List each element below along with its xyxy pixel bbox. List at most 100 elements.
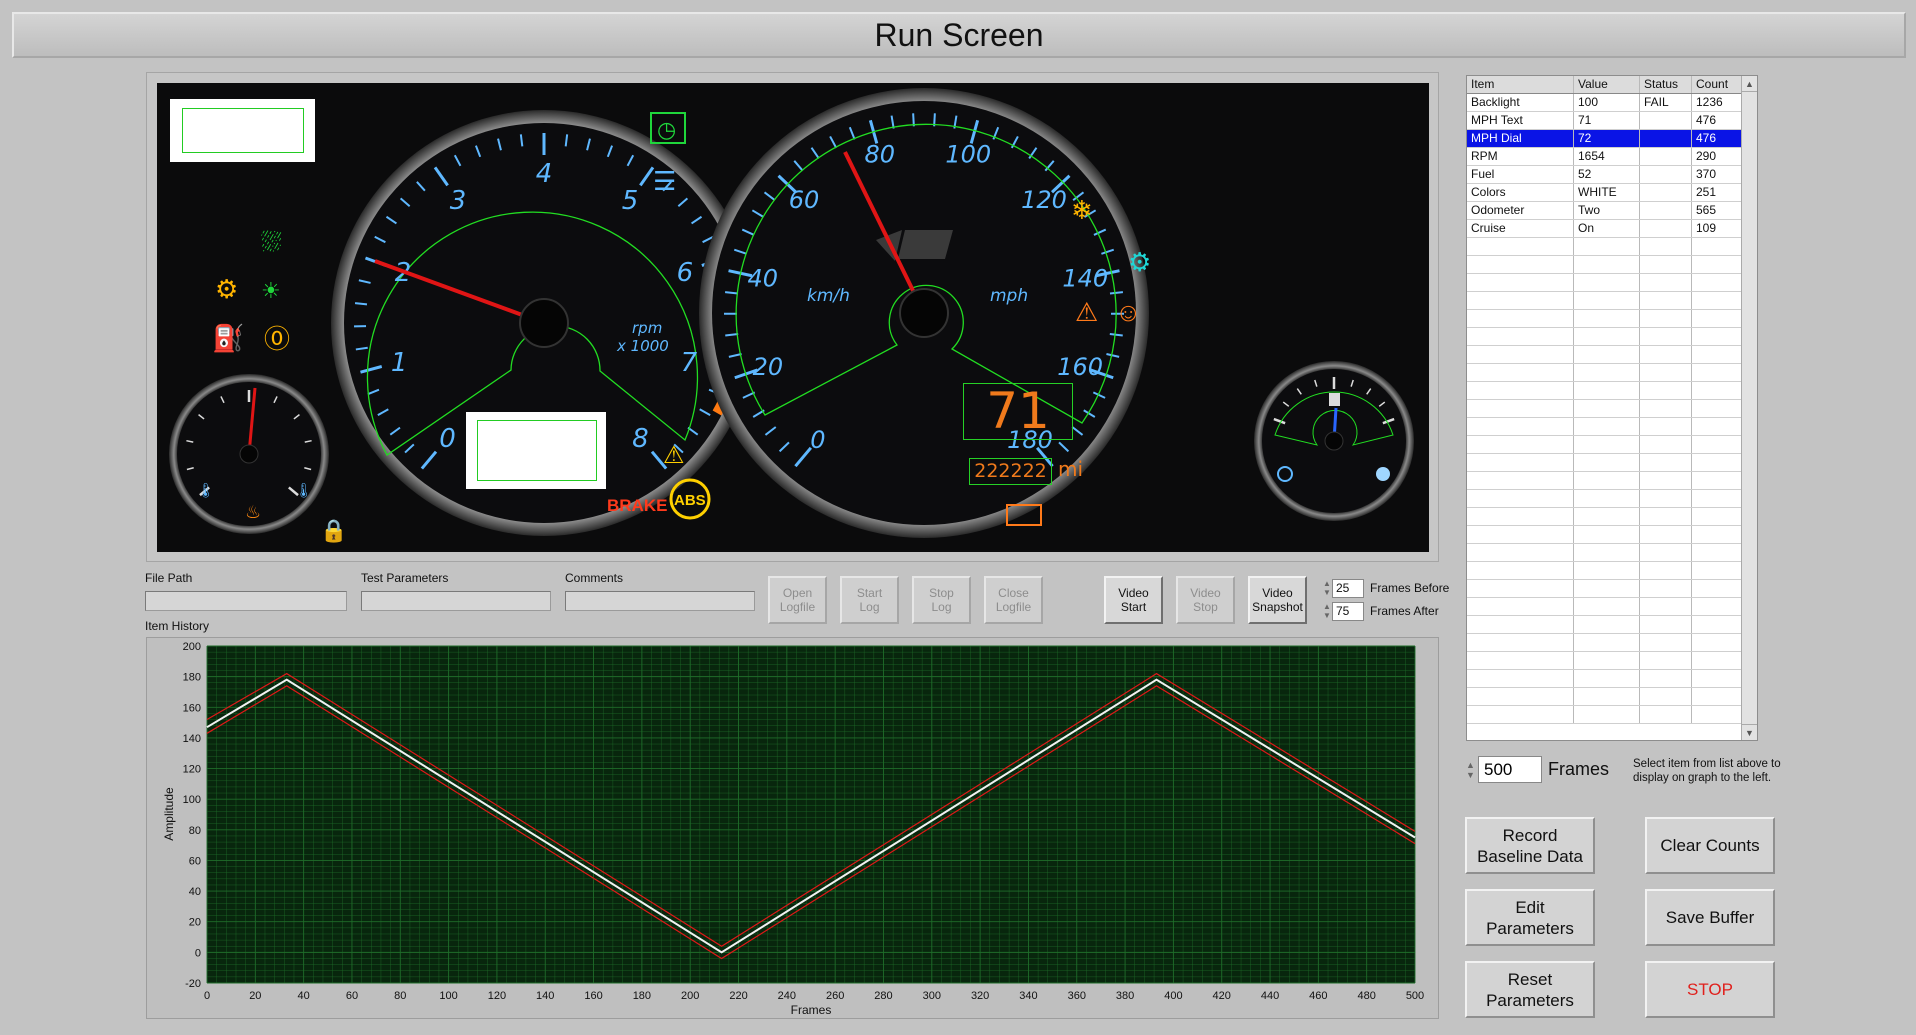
svg-text:◷: ◷ bbox=[657, 117, 676, 142]
col-header-count[interactable]: Count bbox=[1692, 76, 1743, 93]
table-row[interactable]: Cruise On 109 bbox=[1467, 220, 1757, 238]
x-tick-label: 200 bbox=[681, 990, 699, 1002]
table-row[interactable]: MPH Text 71 476 bbox=[1467, 112, 1757, 130]
frames-before-control[interactable]: ▲ ▼ 25 Frames Before bbox=[1322, 578, 1449, 598]
table-scrollbar[interactable]: ▲ ▼ bbox=[1741, 76, 1757, 740]
frames-before-input[interactable]: 25 bbox=[1332, 578, 1364, 598]
table-row-empty[interactable] bbox=[1467, 454, 1757, 472]
frames-after-input[interactable]: 75 bbox=[1332, 601, 1364, 621]
table-row-empty[interactable] bbox=[1467, 328, 1757, 346]
frames-after-control[interactable]: ▲ ▼ 75 Frames After bbox=[1322, 601, 1439, 621]
table-row-empty[interactable] bbox=[1467, 580, 1757, 598]
scroll-up-icon[interactable]: ▲ bbox=[1742, 76, 1757, 92]
start-log-button[interactable]: Start Log bbox=[840, 576, 899, 624]
frames-before-spinner[interactable]: ▲ ▼ bbox=[1322, 578, 1332, 598]
edit-parameters-button[interactable]: Edit Parameters bbox=[1465, 889, 1595, 946]
table-cell-value: On bbox=[1574, 220, 1640, 237]
video-start-button[interactable]: Video Start bbox=[1104, 576, 1163, 624]
file-path-field[interactable] bbox=[145, 591, 347, 611]
x-tick-label: 360 bbox=[1068, 990, 1086, 1002]
items-table[interactable]: Item Value Status Count Backlight 100 FAIL… bbox=[1466, 75, 1758, 741]
table-cell-empty bbox=[1574, 454, 1640, 471]
stop-log-button[interactable]: Stop Log bbox=[912, 576, 971, 624]
table-row-empty[interactable] bbox=[1467, 562, 1757, 580]
table-row-empty[interactable] bbox=[1467, 400, 1757, 418]
col-header-item[interactable]: Item bbox=[1467, 76, 1574, 93]
test-params-field[interactable] bbox=[361, 591, 551, 611]
table-row-empty[interactable] bbox=[1467, 652, 1757, 670]
open-logfile-button[interactable]: Open Logfile bbox=[768, 576, 827, 624]
table-row[interactable]: MPH Dial 72 476 bbox=[1467, 130, 1757, 148]
table-row-empty[interactable] bbox=[1467, 688, 1757, 706]
table-cell-empty bbox=[1574, 508, 1640, 525]
stop-button[interactable]: STOP bbox=[1645, 961, 1775, 1018]
table-row-empty[interactable] bbox=[1467, 292, 1757, 310]
item-history-label: Item History bbox=[145, 619, 210, 633]
record-baseline-button[interactable]: Record Baseline Data bbox=[1465, 817, 1595, 874]
table-row-empty[interactable] bbox=[1467, 490, 1757, 508]
table-row[interactable]: Backlight 100 FAIL 1236 bbox=[1467, 94, 1757, 112]
table-row[interactable]: Odometer Two 565 bbox=[1467, 202, 1757, 220]
table-cell-empty bbox=[1467, 652, 1574, 669]
table-cell-empty bbox=[1467, 400, 1574, 417]
table-row[interactable]: Colors WHITE 251 bbox=[1467, 184, 1757, 202]
table-cell-value: 71 bbox=[1574, 112, 1640, 129]
table-row-empty[interactable] bbox=[1467, 634, 1757, 652]
table-cell-empty bbox=[1640, 634, 1692, 651]
table-row-empty[interactable] bbox=[1467, 616, 1757, 634]
table-row-empty[interactable] bbox=[1467, 274, 1757, 292]
close-logfile-button[interactable]: Close Logfile bbox=[984, 576, 1043, 624]
odometer-unit: mi bbox=[1058, 457, 1084, 481]
table-row-empty[interactable] bbox=[1467, 256, 1757, 274]
comments-field[interactable] bbox=[565, 591, 755, 611]
table-cell-empty bbox=[1467, 238, 1574, 255]
frames-input[interactable]: 500 bbox=[1478, 756, 1542, 783]
table-row-empty[interactable] bbox=[1467, 472, 1757, 490]
table-row-empty[interactable] bbox=[1467, 436, 1757, 454]
clear-counts-button[interactable]: Clear Counts bbox=[1645, 817, 1775, 874]
table-row-empty[interactable] bbox=[1467, 418, 1757, 436]
table-cell-empty bbox=[1692, 364, 1743, 381]
table-cell-empty bbox=[1640, 382, 1692, 399]
table-row-empty[interactable] bbox=[1467, 670, 1757, 688]
table-cell-item: Cruise bbox=[1467, 220, 1574, 237]
video-stop-button[interactable]: Video Stop bbox=[1176, 576, 1235, 624]
table-row-empty[interactable] bbox=[1467, 346, 1757, 364]
table-cell-empty bbox=[1467, 454, 1574, 471]
table-cell-empty bbox=[1640, 616, 1692, 633]
table-row-empty[interactable] bbox=[1467, 310, 1757, 328]
table-row-empty[interactable] bbox=[1467, 238, 1757, 256]
table-cell-empty bbox=[1574, 670, 1640, 687]
x-tick-label: 60 bbox=[346, 990, 358, 1002]
frames-control[interactable]: ▲ ▼ 500 Frames bbox=[1466, 756, 1609, 783]
col-header-value[interactable]: Value bbox=[1574, 76, 1640, 93]
frames-after-spinner[interactable]: ▲ ▼ bbox=[1322, 601, 1332, 621]
x-axis-label: Frames bbox=[791, 1003, 832, 1017]
table-row[interactable]: RPM 1654 290 bbox=[1467, 148, 1757, 166]
table-row-empty[interactable] bbox=[1467, 598, 1757, 616]
table-row-empty[interactable] bbox=[1467, 544, 1757, 562]
reset-parameters-button[interactable]: Reset Parameters bbox=[1465, 961, 1595, 1018]
table-cell-empty bbox=[1640, 400, 1692, 417]
save-buffer-button[interactable]: Save Buffer bbox=[1645, 889, 1775, 946]
table-cell-item: MPH Dial bbox=[1467, 130, 1574, 147]
table-row-empty[interactable] bbox=[1467, 508, 1757, 526]
scroll-down-icon[interactable]: ▼ bbox=[1742, 724, 1757, 740]
table-row-empty[interactable] bbox=[1467, 526, 1757, 544]
gauge-label: 6 bbox=[677, 258, 694, 288]
table-row-empty[interactable] bbox=[1467, 382, 1757, 400]
video-snapshot-button[interactable]: Video Snapshot bbox=[1248, 576, 1307, 624]
table-cell-item: Fuel bbox=[1467, 166, 1574, 183]
table-row-empty[interactable] bbox=[1467, 706, 1757, 724]
frames-spinner[interactable]: ▲ ▼ bbox=[1466, 760, 1478, 780]
table-row[interactable]: Fuel 52 370 bbox=[1467, 166, 1757, 184]
table-cell-empty bbox=[1467, 292, 1574, 309]
col-header-status[interactable]: Status bbox=[1640, 76, 1692, 93]
x-tick-label: 80 bbox=[394, 990, 406, 1002]
table-cell-count: 476 bbox=[1692, 112, 1743, 129]
table-cell-empty bbox=[1574, 256, 1640, 273]
table-row-empty[interactable] bbox=[1467, 364, 1757, 382]
table-cell-empty bbox=[1467, 688, 1574, 705]
y-tick-label: 180 bbox=[183, 672, 201, 684]
table-cell-status bbox=[1640, 202, 1692, 219]
